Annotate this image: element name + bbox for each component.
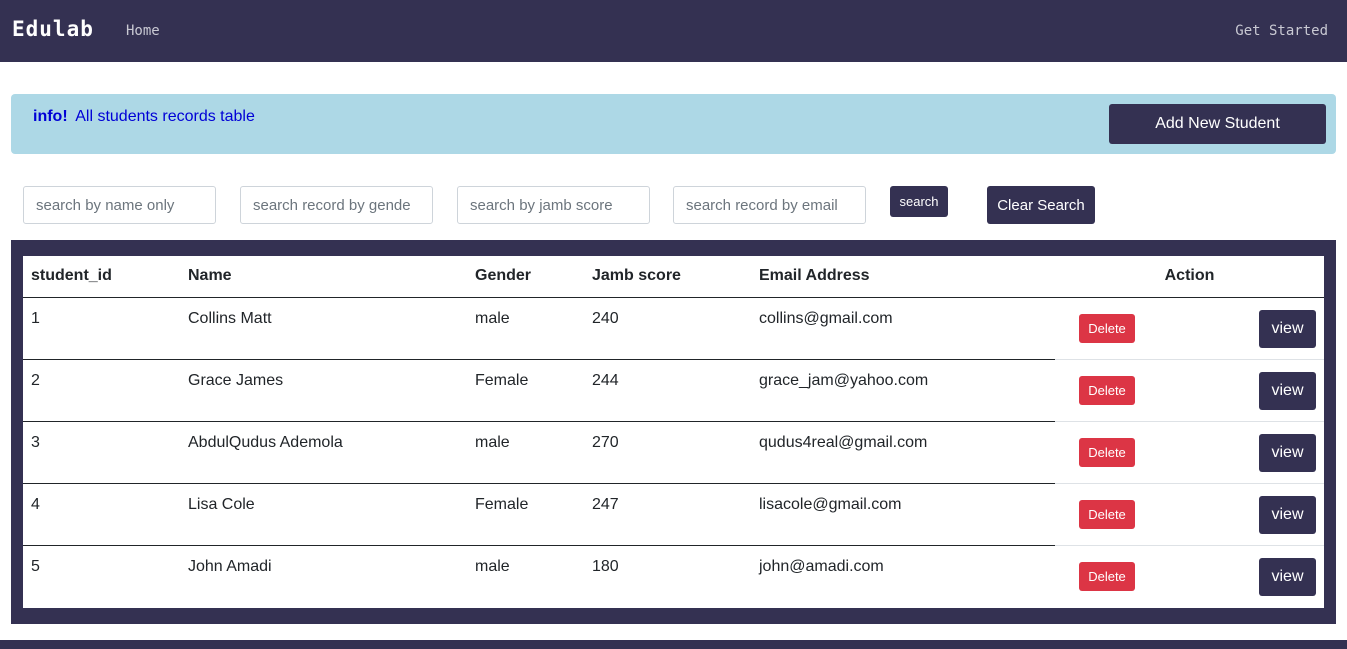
cell-id: 2 [23, 359, 180, 422]
table-panel: student_id Name Gender Jamb score Email … [23, 256, 1324, 608]
footer-bar [0, 640, 1347, 649]
table-header-row: student_id Name Gender Jamb score Email … [23, 256, 1324, 298]
table-container: student_id Name Gender Jamb score Email … [11, 240, 1336, 624]
view-button[interactable]: view [1259, 557, 1316, 596]
table-row: 2 Grace James Female 244 grace_jam@yahoo… [23, 359, 1324, 422]
info-message: info! All students records table [33, 108, 255, 126]
table-row: 1 Collins Matt male 240 collins@gmail.co… [23, 297, 1324, 360]
cell-action: Delete view [1055, 545, 1324, 607]
header-email: Email Address [751, 256, 1055, 298]
cell-email: grace_jam@yahoo.com [751, 359, 1055, 422]
cell-gender: Female [467, 359, 584, 422]
search-email-input[interactable] [673, 186, 866, 224]
cell-id: 3 [23, 421, 180, 484]
cell-name: Lisa Cole [180, 483, 467, 546]
cell-jamb: 247 [584, 483, 751, 546]
table-row: 4 Lisa Cole Female 247 lisacole@gmail.co… [23, 483, 1324, 546]
cell-jamb: 244 [584, 359, 751, 422]
cell-action: Delete view [1055, 421, 1324, 484]
cell-name: John Amadi [188, 557, 272, 575]
view-button[interactable]: view [1259, 371, 1316, 410]
view-button[interactable]: view [1259, 495, 1316, 534]
cell-action: Delete view [1055, 483, 1324, 546]
students-table: student_id Name Gender Jamb score Email … [23, 256, 1324, 607]
delete-button[interactable]: Delete [1079, 561, 1135, 591]
cell-gender: male [467, 421, 584, 484]
info-text: All students records table [75, 108, 255, 125]
cell-action: Delete view [1055, 297, 1324, 360]
cell-gender: Female [467, 483, 584, 546]
cell-action: Delete view [1055, 359, 1324, 422]
navbar: Edulab Home Get Started [0, 0, 1347, 62]
cell-jamb: 240 [584, 297, 751, 360]
cell-id: 4 [23, 483, 180, 546]
cell-gender: male [475, 557, 510, 575]
cell-email: lisacole@gmail.com [751, 483, 1055, 546]
nav-link-home[interactable]: Home [126, 23, 160, 39]
search-button[interactable]: search [890, 186, 948, 217]
brand-logo[interactable]: Edulab [12, 17, 94, 41]
delete-button[interactable]: Delete [1079, 313, 1135, 343]
cell-email: qudus4real@gmail.com [751, 421, 1055, 484]
delete-button[interactable]: Delete [1079, 499, 1135, 529]
delete-button[interactable]: Delete [1079, 375, 1135, 405]
nav-link-get-started[interactable]: Get Started [1235, 23, 1328, 39]
view-button[interactable]: view [1259, 309, 1316, 348]
header-gender: Gender [467, 256, 584, 298]
cell-email: collins@gmail.com [751, 297, 1055, 360]
header-name: Name [180, 256, 467, 298]
clear-search-button[interactable]: Clear Search [987, 186, 1095, 224]
add-new-student-button[interactable]: Add New Student [1109, 104, 1326, 144]
cell-name: Collins Matt [180, 297, 467, 360]
table-row: 5 John Amadi male 180 john@amadi.com Del… [23, 545, 1324, 607]
search-gender-input[interactable] [240, 186, 433, 224]
delete-button[interactable]: Delete [1079, 437, 1135, 467]
header-jamb-score: Jamb score [584, 256, 751, 298]
view-button[interactable]: view [1259, 433, 1316, 472]
cell-name: Grace James [180, 359, 467, 422]
cell-jamb: 180 [592, 557, 619, 575]
cell-jamb: 270 [584, 421, 751, 484]
table-row: 3 AbdulQudus Ademola male 270 qudus4real… [23, 421, 1324, 484]
cell-email: john@amadi.com [759, 557, 884, 575]
info-alert: info! All students records table Add New… [11, 94, 1336, 154]
cell-gender: male [467, 297, 584, 360]
search-jamb-input[interactable] [457, 186, 650, 224]
cell-id: 1 [23, 297, 180, 360]
header-action: Action [1055, 256, 1324, 298]
cell-name: AbdulQudus Ademola [180, 421, 467, 484]
cell-id: 5 [31, 557, 40, 575]
info-label: info! [33, 108, 68, 125]
search-name-input[interactable] [23, 186, 216, 224]
header-student-id: student_id [23, 256, 180, 298]
